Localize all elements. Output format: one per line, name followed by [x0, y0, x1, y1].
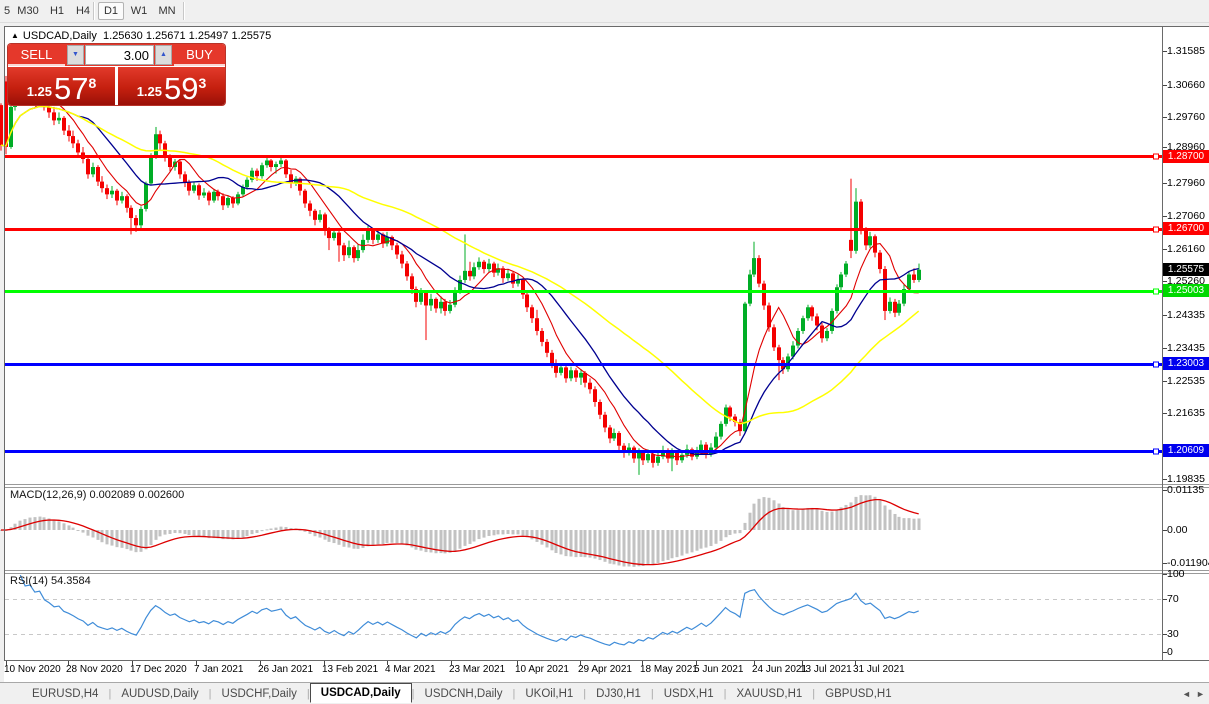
- date-axis-label: 29 Apr 2021: [578, 664, 632, 675]
- date-axis-label: 5 Jun 2021: [694, 664, 744, 675]
- toolbar-separator: [93, 2, 95, 20]
- timeframe-button-h4[interactable]: H4: [72, 3, 94, 19]
- price-level-badge: 1.25003: [1163, 284, 1209, 298]
- sell-button[interactable]: SELL: [8, 44, 65, 66]
- buy-price-big: 59: [164, 71, 199, 105]
- tab-usdcnh[interactable]: USDCNH,Daily: [415, 686, 513, 703]
- price-axis-label: 1.31585: [1167, 45, 1205, 57]
- tab-gbpusd[interactable]: GBPUSD,H1: [815, 686, 901, 703]
- tab-xauusd[interactable]: XAUUSD,H1: [726, 686, 812, 703]
- price-level-badge: 1.25575: [1163, 263, 1209, 277]
- timeframe-button-mn[interactable]: MN: [155, 3, 179, 19]
- sell-price-big: 57: [54, 71, 89, 105]
- price-level-badge: 1.23003: [1163, 357, 1209, 371]
- volume-decrease-button[interactable]: ▼: [67, 45, 84, 65]
- tab-audusd[interactable]: AUDUSD,Daily: [111, 686, 208, 703]
- date-axis-label: 23 Mar 2021: [449, 664, 506, 675]
- date-axis-label: 7 Jan 2021: [194, 664, 244, 675]
- date-axis-label: 28 Nov 2020: [66, 664, 123, 675]
- date-axis-label: 18 May 2021: [640, 664, 698, 675]
- price-level-badge: 1.20609: [1163, 444, 1209, 458]
- timeframe-toolbar: 5 M30 H1 H4 D1 W1 MN: [0, 0, 1209, 23]
- rsi-axis-label: 100: [1167, 568, 1185, 580]
- macd-axis-label: 0.01135: [1167, 484, 1205, 496]
- tab-eurusd[interactable]: EURUSD,H4: [22, 686, 108, 703]
- price-axis-label: 1.26160: [1167, 242, 1205, 255]
- price-axis-label: 1.27960: [1167, 177, 1205, 190]
- symbol-tab-strip: EURUSD,H4 | AUDUSD,Daily | USDCHF,Daily | USDC…: [0, 682, 1209, 704]
- chart-symbol-label: USDCAD,Daily: [22, 30, 97, 42]
- volume-increase-button[interactable]: ▲: [155, 45, 172, 65]
- price-chart-canvas[interactable]: [0, 0, 1209, 704]
- one-click-trading-widget: SELL ▼ ▲ BUY 1.25 57 8 1.25 59 3: [8, 44, 225, 105]
- price-axis-label: 1.30660: [1167, 78, 1205, 91]
- tabs-scroll-left-icon[interactable]: ◄: [1182, 689, 1191, 699]
- tab-ukoil[interactable]: UKOil,H1: [515, 686, 583, 703]
- price-axis-label: 1.24335: [1167, 309, 1205, 322]
- buy-button[interactable]: BUY: [174, 44, 225, 66]
- date-axis-label: 10 Nov 2020: [4, 664, 61, 675]
- buy-price-box[interactable]: 1.25 59 3: [118, 67, 225, 105]
- sell-price-pip: 8: [88, 75, 97, 91]
- date-axis-label: 4 Mar 2021: [385, 664, 436, 675]
- tab-usdcad[interactable]: USDCAD,Daily: [309, 683, 412, 703]
- collapse-triangle-icon[interactable]: ▲: [11, 31, 19, 40]
- date-axis-label: 26 Jan 2021: [258, 664, 314, 675]
- price-axis-label: 1.29760: [1167, 111, 1205, 124]
- price-axis-label: 1.22535: [1167, 374, 1205, 387]
- timeframe-button-w1[interactable]: W1: [127, 3, 151, 19]
- date-axis-label: 13 Jul 2021: [800, 664, 852, 675]
- date-axis-label: 24 Jun 2021: [752, 664, 808, 675]
- tab-dj30[interactable]: DJ30,H1: [586, 686, 651, 703]
- rsi-axis-label: 30: [1167, 628, 1179, 640]
- price-axis-label: 1.27060: [1167, 209, 1205, 222]
- macd-label: MACD(12,26,9) 0.002089 0.002600: [10, 489, 185, 501]
- rsi-axis-label: 0: [1167, 646, 1173, 658]
- buy-price-prefix: 1.25: [136, 84, 163, 99]
- tab-usdx[interactable]: USDX,H1: [654, 686, 724, 703]
- timeframe-button-m30[interactable]: M30: [14, 3, 42, 19]
- timeframe-button-h1[interactable]: H1: [46, 3, 68, 19]
- date-axis-label: 17 Dec 2020: [130, 664, 187, 675]
- macd-axis-label: 0.00: [1167, 524, 1188, 536]
- price-level-badge: 1.26700: [1163, 222, 1209, 236]
- rsi-axis-label: 70: [1167, 593, 1179, 605]
- sell-price-box[interactable]: 1.25 57 8: [8, 67, 115, 105]
- sell-price-prefix: 1.25: [26, 84, 53, 99]
- trading-terminal: 5 M30 H1 H4 D1 W1 MN ▲ USDCAD,Daily 1.25630 1.2…: [0, 0, 1209, 704]
- volume-input[interactable]: [85, 45, 154, 65]
- price-axis-label: 1.23435: [1167, 341, 1205, 354]
- date-axis-label: 10 Apr 2021: [515, 664, 569, 675]
- price-axis-label: 1.21635: [1167, 407, 1205, 420]
- rsi-label: RSI(14) 54.3584: [10, 575, 91, 587]
- tab-usdchf[interactable]: USDCHF,Daily: [212, 686, 307, 703]
- timeframe-button-d1[interactable]: D1: [98, 2, 124, 20]
- price-level-badge: 1.28700: [1163, 149, 1209, 163]
- toolbar-separator: [183, 2, 185, 20]
- date-axis-label: 13 Feb 2021: [322, 664, 379, 675]
- timeframe-button-5[interactable]: 5: [2, 3, 12, 19]
- chart-ohlc-values: 1.25630 1.25671 1.25497 1.25575: [103, 30, 272, 42]
- date-axis-label: 31 Jul 2021: [853, 664, 905, 675]
- tabs-scroll-right-icon[interactable]: ►: [1196, 689, 1205, 699]
- buy-price-pip: 3: [198, 75, 207, 91]
- chart-title: ▲ USDCAD,Daily 1.25630 1.25671 1.25497 1.…: [11, 30, 271, 42]
